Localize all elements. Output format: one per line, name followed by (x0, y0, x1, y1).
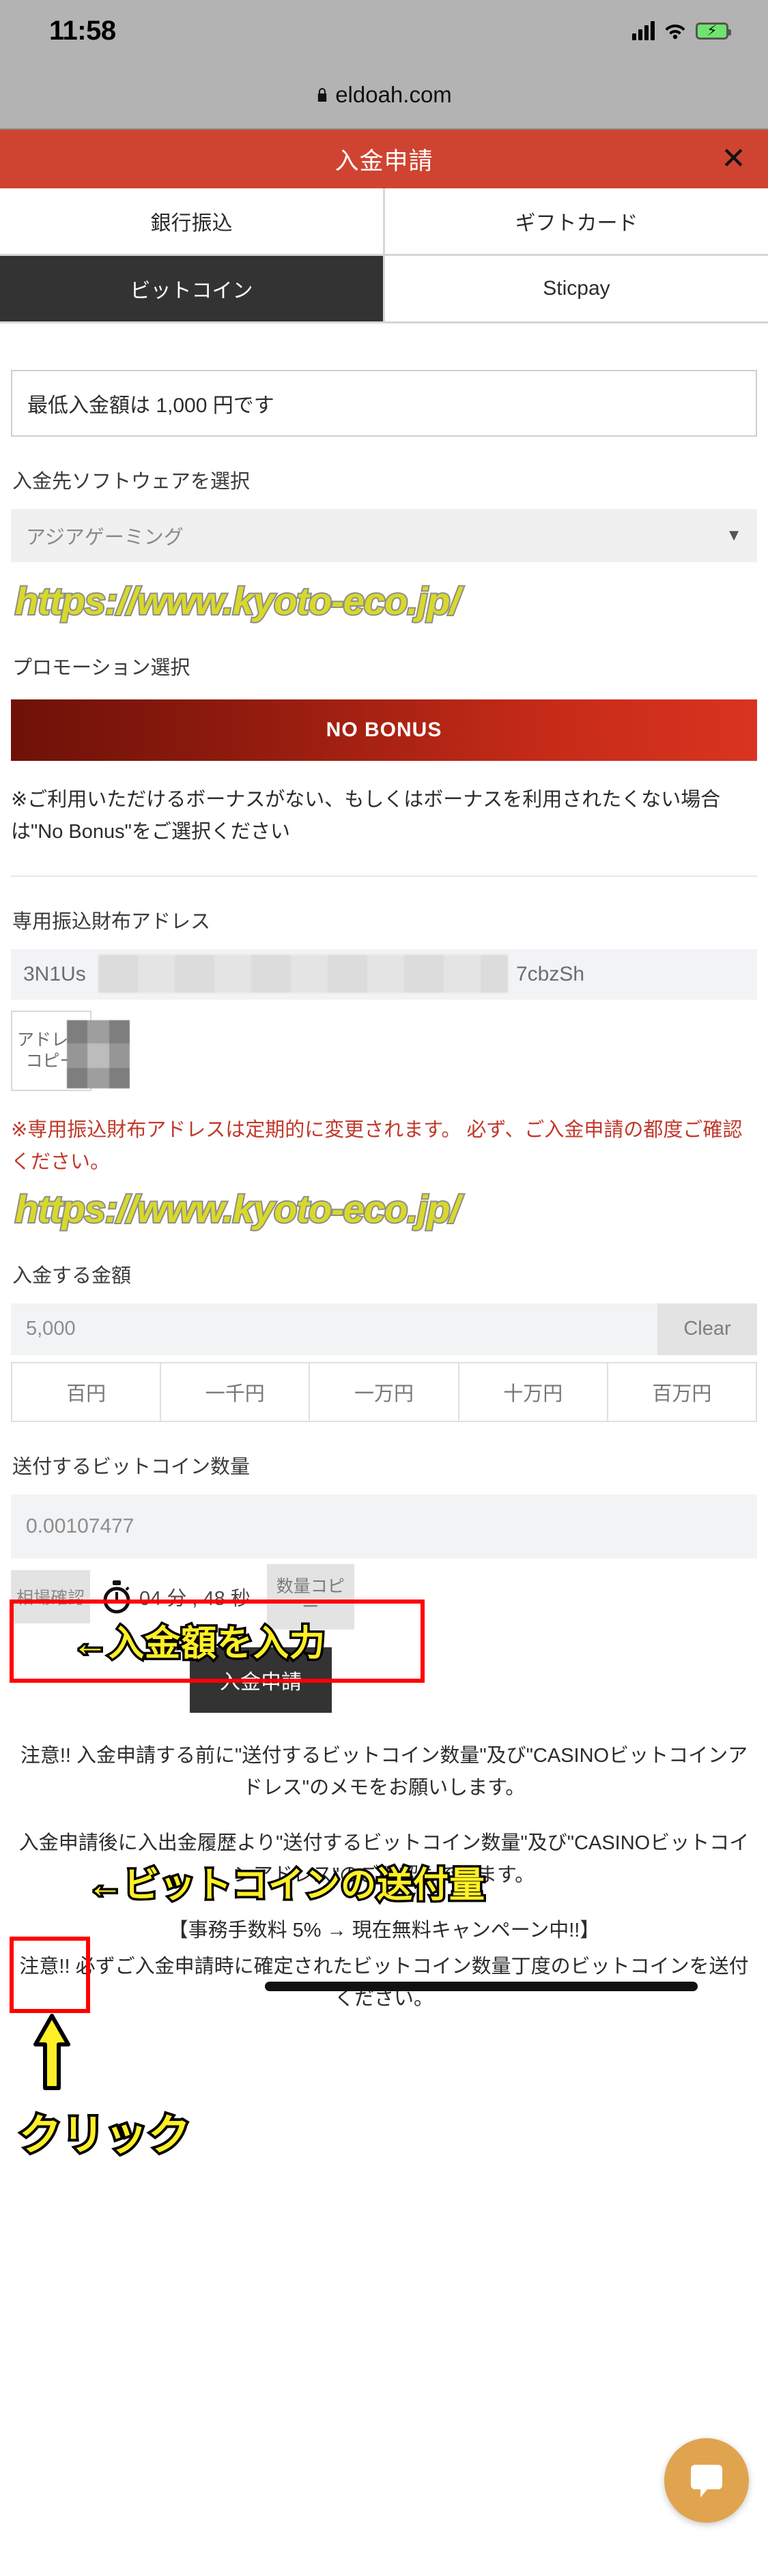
submit-row: 入金申請 (11, 1647, 757, 1713)
footer-note-4-text: 注意!! 必ずご入金申請時に確定されたビットコイン数量丁度のビットコインを送付く… (11, 1951, 757, 2015)
btc-amount-label: 送付するビットコイン数量 (12, 1456, 251, 1478)
status-icons: ⚡ (632, 21, 731, 40)
tab-gift-card[interactable]: ギフトカード (385, 188, 768, 256)
status-bar: 11:58 ⚡ (0, 0, 768, 61)
submit-deposit-button[interactable]: 入金申請 (190, 1647, 332, 1713)
wallet-address-redaction (98, 954, 508, 993)
footer-note-4: 注意!! 必ずご入金申請時に確定されたビットコイン数量丁度のビットコインを送付く… (11, 1951, 757, 2015)
rate-timer: 04 分 , 48 秒 (101, 1580, 251, 1614)
quick-amount-10000[interactable]: 一万円 (310, 1361, 459, 1422)
wifi-icon (664, 22, 686, 40)
footer-note-1: 注意!! 入金申請する前に"送付するビットコイン数量"及び"CASINOビットコ… (20, 1744, 748, 1799)
lock-icon (316, 87, 328, 103)
btc-amount-field: 0.00107477 (11, 1494, 757, 1559)
min-deposit-notice: 最低入金額は 1,000 円です (11, 370, 757, 437)
quick-amount-1000[interactable]: 一千円 (161, 1361, 311, 1422)
quick-amount-row: 百円 一千円 一万円 十万円 百万円 (11, 1361, 758, 1422)
clear-button[interactable]: Clear (657, 1303, 757, 1355)
wallet-address-field[interactable]: 3N1Us 7cbzSh (11, 949, 757, 1000)
annotation-click-label: クリック (16, 2109, 193, 2162)
tab-bar-row-2: ビットコイン Sticpay (0, 256, 768, 323)
software-select[interactable]: アジアゲーミング ▼ (11, 509, 757, 562)
close-icon[interactable]: ✕ (721, 144, 746, 174)
copy-address-button[interactable]: アドレスコピー (11, 1010, 130, 1091)
url-text: eldoah.com (335, 82, 452, 107)
footer-note-3: 【事務手数料 5% → 現在無料キャンペーン中!!】 (168, 1919, 600, 1941)
tab-sticpay[interactable]: Sticpay (385, 256, 768, 323)
tab-bank-transfer[interactable]: 銀行振込 (0, 188, 385, 256)
wallet-address-label: 専用振込財布アドレス (12, 910, 211, 933)
status-time: 11:58 (49, 15, 116, 46)
annotation-up-arrow-icon (33, 2013, 71, 2092)
modal-header: 入金申請 ✕ (0, 130, 768, 188)
battery-charging-icon: ⚡ (696, 22, 731, 40)
quick-amount-1000000[interactable]: 百万円 (608, 1361, 758, 1422)
copy-button-redaction (67, 1019, 130, 1088)
chevron-down-icon: ▼ (726, 526, 742, 545)
btc-action-row: 相場確認 04 分 , 48 秒 数量コピー (11, 1563, 757, 1630)
stopwatch-icon (101, 1580, 132, 1614)
deposit-form: 最低入金額は 1,000 円です 入金先ソフトウェアを選択 アジアゲーミング ▼… (0, 370, 768, 2015)
wallet-address-suffix: 7cbzSh (516, 962, 585, 985)
wallet-address-prefix: 3N1Us (23, 962, 86, 985)
tab-bitcoin[interactable]: ビットコイン (0, 256, 385, 323)
signal-bars-icon (632, 21, 655, 40)
wallet-warning: ※専用振込財布アドレスは定期的に変更されます。 必ず、ご入金申請の都度ご確認くだ… (11, 1118, 743, 1173)
deposit-amount-row: 5,000 Clear (11, 1303, 757, 1355)
promotion-select-label: プロモーション選択 (12, 657, 190, 679)
deposit-amount-label: 入金する金額 (12, 1264, 132, 1287)
tab-bar-row-1: 銀行振込 ギフトカード (0, 188, 768, 256)
page-title: 入金申請 (335, 147, 433, 175)
rate-timer-text: 04 分 , 48 秒 (139, 1587, 251, 1610)
browser-url-bar[interactable]: eldoah.com (0, 61, 768, 130)
chat-widget-button[interactable] (664, 2438, 749, 2523)
copy-quantity-button[interactable]: 数量コピー (266, 1563, 354, 1630)
bonus-note: ※ご利用いただけるボーナスがない、もしくはボーナスを利用されたくない場合は"No… (11, 789, 721, 843)
software-select-label: 入金先ソフトウェアを選択 (12, 471, 251, 493)
watermark-url-bottom: https://www.kyoto-eco.jp/ (14, 1186, 461, 1232)
chat-bubble-icon (687, 2461, 726, 2500)
deposit-amount-input[interactable]: 5,000 (11, 1303, 657, 1355)
check-rate-button[interactable]: 相場確認 (11, 1569, 90, 1623)
software-select-value: アジアゲーミング (26, 527, 184, 549)
quick-amount-100[interactable]: 百円 (12, 1361, 162, 1422)
divider-1 (11, 875, 757, 877)
quick-amount-100000[interactable]: 十万円 (459, 1361, 608, 1422)
watermark-url-top: https://www.kyoto-eco.jp/ (14, 578, 461, 624)
no-bonus-button[interactable]: NO BONUS (11, 699, 757, 761)
footer-note-2: 入金申請後に入出金履歴より"送付するビットコイン数量"及び"CASINOビットコ… (18, 1832, 750, 1886)
